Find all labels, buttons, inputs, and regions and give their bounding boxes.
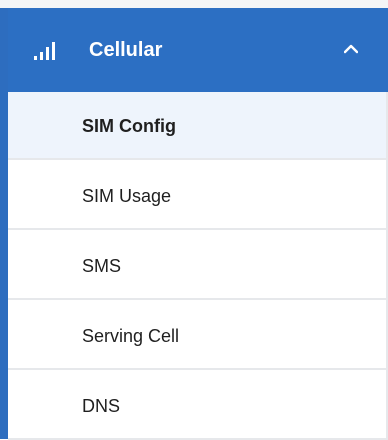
menu-item-label: SIM Config — [82, 116, 176, 136]
menu-item-label: SMS — [82, 256, 122, 276]
cellular-menu-panel: Cellular SIM Config SIM Usage SMS Servin… — [0, 0, 388, 440]
menu-item-sim-config[interactable]: SIM Config — [8, 92, 388, 160]
signal-bars-icon — [34, 42, 55, 60]
cellular-submenu-list: SIM Config SIM Usage SMS Serving Cell DN… — [8, 92, 388, 440]
menu-item-label: Serving Cell — [82, 326, 180, 346]
menu-item-label: DNS — [82, 396, 121, 416]
menu-item-label: SIM Usage — [82, 186, 172, 206]
left-accent-rail — [0, 8, 8, 439]
cellular-menu-title: Cellular — [89, 39, 163, 61]
cellular-menu-header[interactable]: Cellular — [8, 8, 388, 92]
menu-item-serving-cell[interactable]: Serving Cell — [8, 302, 388, 370]
menu-item-sim-usage[interactable]: SIM Usage — [8, 162, 388, 230]
menu-item-dns[interactable]: DNS — [8, 372, 388, 440]
top-strip — [0, 0, 388, 8]
menu-item-sms[interactable]: SMS — [8, 232, 388, 300]
chevron-up-icon[interactable] — [344, 44, 358, 54]
